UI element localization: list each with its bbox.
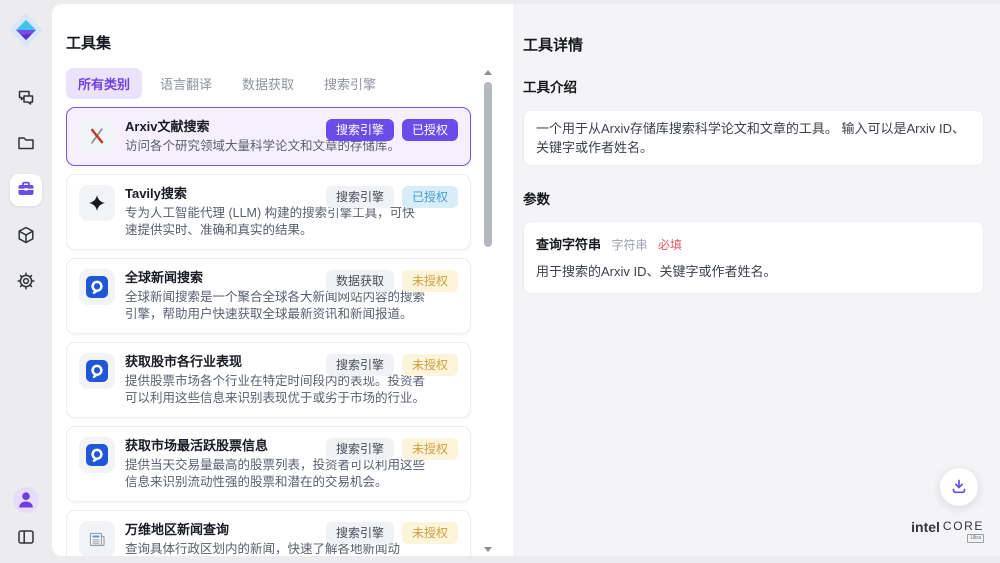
brand-ultra-badge: Ultra	[967, 534, 984, 543]
toolbox-icon	[16, 179, 36, 202]
tab-search-engine[interactable]: 搜索引擎	[312, 68, 388, 99]
tool-card-global-news[interactable]: 全球新闻搜索 全球新闻搜索是一个聚合全球各大新闻网站内容的搜索引擎，帮助用户快速…	[66, 258, 471, 334]
cube-icon	[16, 225, 36, 248]
app-logo-icon	[8, 12, 44, 48]
params-heading: 参数	[523, 188, 984, 208]
category-badge: 搜索引擎	[326, 522, 394, 544]
tab-data-acquisition[interactable]: 数据获取	[230, 68, 306, 99]
tool-description: 全球新闻搜索是一个聚合全球各大新闻网站内容的搜索引擎，帮助用户快速获取全球最新资…	[125, 289, 425, 323]
category-badge: 搜索引擎	[326, 354, 394, 376]
tool-badges: 搜索引擎 已授权	[326, 186, 458, 208]
scrollbar[interactable]	[484, 70, 492, 552]
category-badge: 数据获取	[326, 270, 394, 292]
app-root: 工具集 所有类别 语言翻译 数据获取 搜索引擎 A	[0, 0, 1000, 563]
sparkle-icon	[79, 185, 115, 221]
sidebar-item-files[interactable]	[10, 128, 42, 160]
sidebar-item-chat[interactable]	[10, 82, 42, 114]
intro-heading: 工具介绍	[523, 76, 984, 96]
news-search-icon	[79, 269, 115, 305]
tool-card-sector-performance[interactable]: 获取股市各行业表现 提供股票市场各个行业在特定时间段内的表现。投资者可以利用这些…	[66, 342, 471, 418]
tool-intro-text: 一个用于从Arxiv存储库搜索科学论文和文章的工具。 输入可以是Arxiv ID…	[523, 110, 984, 166]
stock-sectors-icon	[79, 353, 115, 389]
tool-badges: 搜索引擎 未授权	[326, 522, 458, 544]
brand-core-text: core	[943, 520, 984, 533]
chat-icon	[16, 87, 36, 110]
intel-core-logo: intel core Ultra	[911, 520, 984, 543]
tab-language-translation[interactable]: 语言翻译	[148, 68, 224, 99]
collapse-sidebar-button[interactable]	[11, 523, 41, 553]
tool-description: 提供股票市场各个行业在特定时间段内的表现。投资者可以利用这些信息来识别表现优于或…	[125, 373, 425, 407]
auth-status-badge: 已授权	[402, 119, 458, 141]
auth-status-badge: 未授权	[402, 438, 458, 460]
scrollbar-up-arrow[interactable]	[484, 70, 492, 75]
brand-intel-text: intel	[911, 520, 940, 534]
sidebar-item-settings[interactable]	[10, 266, 42, 298]
auth-status-badge: 未授权	[402, 354, 458, 376]
tool-badges: 搜索引擎 未授权	[326, 438, 458, 460]
tool-card-active-stocks[interactable]: 获取市场最活跃股票信息 提供当天交易量最高的股票列表，投资者可以利用这些信息来识…	[66, 426, 471, 502]
arxiv-icon	[79, 118, 115, 154]
category-tabs: 所有类别 语言翻译 数据获取 搜索引擎	[66, 68, 513, 99]
tool-card-tavily[interactable]: Tavily搜索 专为人工智能代理 (LLM) 构建的搜索引擎工具，可快速提供实…	[66, 174, 471, 250]
parameter-card: 查询字符串 字符串 必填 用于搜索的Arxiv ID、关键字或作者姓名。	[523, 221, 984, 294]
sidebar-item-tools[interactable]	[10, 174, 42, 206]
auth-status-badge: 未授权	[402, 522, 458, 544]
tool-list: Arxiv文献搜索 访问各个研究领域大量科学论文和文章的存储库。 搜索引擎 已授…	[66, 107, 513, 556]
scrollbar-down-arrow[interactable]	[484, 547, 492, 552]
parameter-name: 查询字符串	[536, 237, 601, 252]
download-icon	[949, 476, 969, 499]
tool-description: 提供当天交易量最高的股票列表，投资者可以利用这些信息来识别流动性强的股票和潜在的…	[125, 457, 425, 491]
brand-core-block: core Ultra	[943, 520, 984, 543]
parameter-header: 查询字符串 字符串 必填	[536, 234, 971, 254]
parameter-required-flag: 必填	[658, 238, 682, 252]
category-badge: 搜索引擎	[326, 119, 394, 141]
auth-status-badge: 未授权	[402, 270, 458, 292]
scrollbar-thumb[interactable]	[484, 82, 492, 247]
category-badge: 搜索引擎	[326, 438, 394, 460]
tool-card-regional-news[interactable]: 万维地区新闻查询 查询具体行政区划内的新闻，快速了解各地新闻动 搜索引擎 未授权	[66, 510, 471, 556]
tool-badges: 搜索引擎 未授权	[326, 354, 458, 376]
tool-badges: 数据获取 未授权	[326, 270, 458, 292]
parameter-type: 字符串	[611, 238, 647, 252]
tool-details-panel: 工具详情 工具介绍 一个用于从Arxiv存储库搜索科学论文和文章的工具。 输入可…	[513, 4, 1000, 556]
newspaper-icon	[79, 521, 115, 556]
tool-description: 专为人工智能代理 (LLM) 构建的搜索引擎工具，可快速提供实时、准确和真实的结…	[125, 205, 425, 239]
category-badge: 搜索引擎	[326, 186, 394, 208]
download-button[interactable]	[940, 468, 978, 506]
page-title: 工具集	[66, 35, 513, 52]
auth-status-badge: 已授权	[402, 186, 458, 208]
panel-toggle-icon	[16, 527, 36, 550]
tool-badges: 搜索引擎 已授权	[326, 119, 458, 141]
tools-panel: 工具集 所有类别 语言翻译 数据获取 搜索引擎 A	[52, 4, 513, 556]
content-frame: 工具集 所有类别 语言翻译 数据获取 搜索引擎 A	[52, 4, 1000, 556]
user-avatar-icon	[13, 487, 39, 513]
folder-icon	[16, 133, 36, 156]
details-title: 工具详情	[523, 37, 984, 54]
sidebar-item-models[interactable]	[10, 220, 42, 252]
user-avatar[interactable]	[13, 487, 39, 513]
gear-icon	[16, 271, 36, 294]
active-stocks-icon	[79, 437, 115, 473]
parameter-description: 用于搜索的Arxiv ID、关键字或作者姓名。	[536, 263, 971, 281]
sidebar	[0, 0, 52, 563]
tool-card-arxiv[interactable]: Arxiv文献搜索 访问各个研究领域大量科学论文和文章的存储库。 搜索引擎 已授…	[66, 107, 471, 166]
tab-all-categories[interactable]: 所有类别	[66, 68, 142, 99]
